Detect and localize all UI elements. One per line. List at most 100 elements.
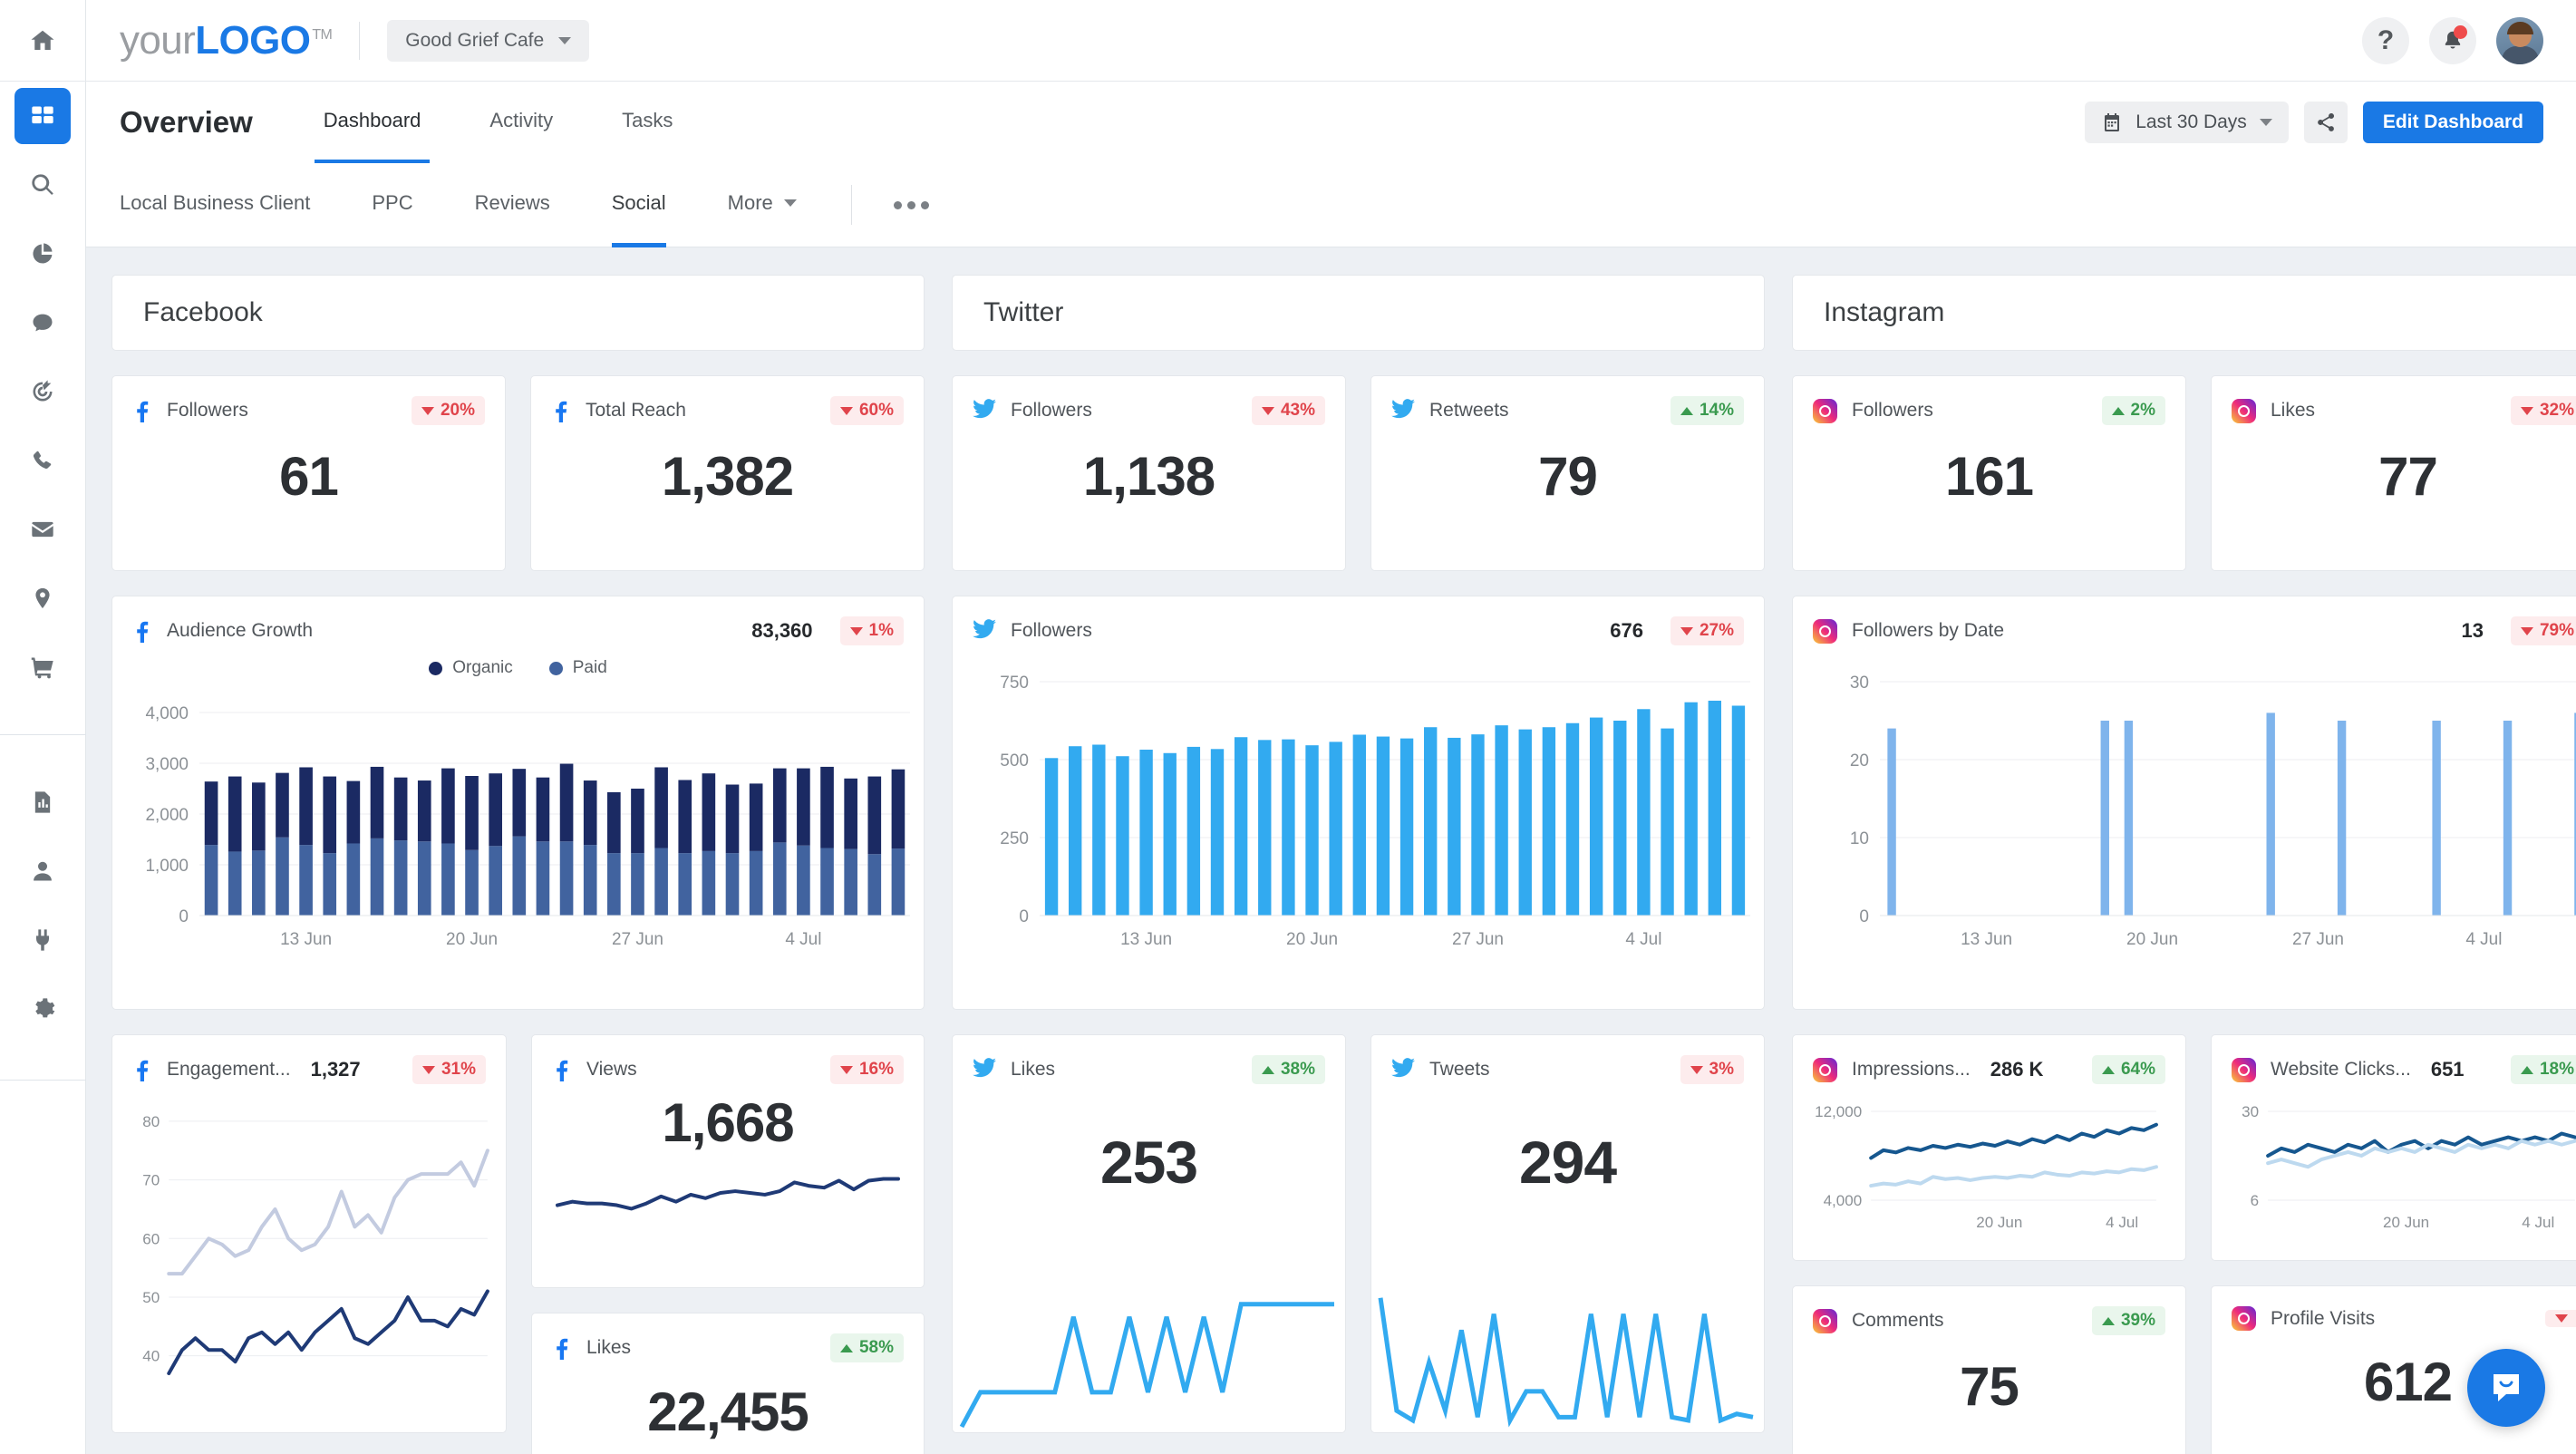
chart-facebook-engagement: 4050607080	[112, 1084, 506, 1410]
delta-value: 31%	[441, 1060, 476, 1080]
kpi-value: 75	[1793, 1355, 2185, 1418]
sidebar-item-email[interactable]	[15, 501, 71, 557]
svg-text:80: 80	[142, 1113, 160, 1130]
subnav-item-ppc[interactable]: PPC	[372, 163, 412, 247]
card-twitter-followers-chart[interactable]: Followers 676 27% 025050075013 Jun20 Jun…	[952, 596, 1765, 1010]
svg-text:30: 30	[2242, 1103, 2259, 1120]
instagram-icon	[2232, 1306, 2256, 1331]
sidebar-item-dashboard[interactable]	[15, 88, 71, 144]
card-title: Impressions...	[1852, 1059, 1971, 1081]
chat-widget-button[interactable]	[2467, 1349, 2545, 1427]
sidebar-item-home[interactable]	[0, 0, 86, 82]
sparkline-facebook-views	[532, 1154, 924, 1232]
section-header-instagram: Instagram	[1792, 275, 2576, 351]
card-instagram-comments[interactable]: Comments 39% 75	[1792, 1285, 2186, 1454]
card-total-value: 676	[1610, 619, 1643, 643]
kpi-value: 22,455	[532, 1381, 924, 1443]
card-twitter-likes[interactable]: Likes 38% 253	[952, 1034, 1346, 1433]
card-twitter-retweets[interactable]: Retweets 14% 79	[1370, 375, 1765, 571]
svg-text:27 Jun: 27 Jun	[1452, 930, 1504, 949]
notifications-button[interactable]	[2429, 17, 2476, 64]
kpi-value: 1,138	[953, 445, 1345, 508]
sidebar-item-calls[interactable]	[15, 432, 71, 489]
app-logo[interactable]: yourLOGOTM	[120, 18, 332, 63]
subnav-item-reviews[interactable]: Reviews	[475, 163, 550, 247]
card-twitter-followers[interactable]: Followers 43% 1,138	[952, 375, 1346, 571]
delta-value: 58%	[859, 1338, 894, 1358]
card-facebook-engagement[interactable]: Engagement... 1,327 31% 4050607080	[111, 1034, 507, 1433]
sidebar-item-settings[interactable]	[15, 981, 71, 1037]
card-instagram-followers-by-date[interactable]: Followers by Date 13 79% 010203013 Jun20…	[1792, 596, 2576, 1010]
help-button[interactable]: ?	[2362, 17, 2409, 64]
instagram-icon	[2232, 399, 2256, 423]
sidebar-item-search[interactable]	[15, 157, 71, 213]
card-instagram-followers[interactable]: Followers 2% 161	[1792, 375, 2186, 571]
chart-instagram-followers-by-date: 010203013 Jun20 Jun27 Jun4 Jul	[1793, 645, 2576, 970]
svg-text:4 Jul: 4 Jul	[1625, 930, 1661, 949]
card-facebook-followers[interactable]: Followers 20% 61	[111, 375, 506, 571]
notification-badge-dot	[2454, 25, 2467, 39]
sidebar-item-store[interactable]	[15, 639, 71, 695]
instagram-icon	[2232, 1058, 2256, 1082]
svg-text:50: 50	[142, 1289, 160, 1306]
card-twitter-tweets[interactable]: Tweets 3% 294	[1370, 1034, 1765, 1433]
card-instagram-website-clicks[interactable]: Website Clicks... 651 18% 63020 Jun4 Jul	[2211, 1034, 2576, 1261]
card-facebook-audience-growth[interactable]: Audience Growth 83,360 1% Organic Paid 0…	[111, 596, 925, 1010]
sidebar-item-campaigns[interactable]	[15, 364, 71, 420]
card-facebook-views[interactable]: Views 16% 1,668	[531, 1034, 925, 1288]
sidebar-item-integrations[interactable]	[15, 912, 71, 968]
facebook-icon	[132, 619, 152, 643]
sidebar-item-account[interactable]	[15, 843, 71, 899]
card-title: Website Clicks...	[2271, 1059, 2411, 1081]
status-badge: 79%	[2511, 616, 2576, 645]
svg-text:4,000: 4,000	[1824, 1192, 1863, 1209]
calendar-icon	[2101, 111, 2123, 133]
status-badge: 18%	[2511, 1055, 2576, 1084]
sidebar-item-reports[interactable]	[15, 226, 71, 282]
card-instagram-impressions[interactable]: Impressions... 286 K 64% 4,00012,00020 J…	[1792, 1034, 2186, 1261]
tab-tasks[interactable]: Tasks	[613, 82, 682, 163]
subnav-item-more[interactable]: More	[728, 163, 797, 247]
rail-divider	[0, 1080, 86, 1081]
card-facebook-total-reach[interactable]: Total Reach 60% 1,382	[530, 375, 925, 571]
card-title: Followers by Date	[1852, 620, 2004, 642]
location-pin-icon	[30, 586, 55, 611]
instagram-icon	[1813, 619, 1837, 644]
status-badge: 16%	[830, 1055, 904, 1084]
page-header-actions: Last 30 Days Edit Dashboard	[2085, 102, 2543, 143]
card-title: Followers	[167, 400, 248, 422]
sidebar-item-messages[interactable]	[15, 295, 71, 351]
delta-value: 32%	[2540, 401, 2574, 421]
card-facebook-likes[interactable]: Likes 58% 22,455	[531, 1313, 925, 1454]
client-selector[interactable]: Good Grief Cafe	[387, 20, 589, 62]
subnav-item-local-business-client[interactable]: Local Business Client	[120, 163, 310, 247]
card-title: Followers	[1011, 400, 1092, 422]
subnav-item-social[interactable]: Social	[612, 163, 666, 247]
svg-text:500: 500	[1000, 751, 1029, 771]
svg-text:4,000: 4,000	[145, 704, 189, 723]
card-title: Engagement...	[167, 1059, 291, 1081]
more-options-icon[interactable]	[876, 201, 947, 209]
tab-activity[interactable]: Activity	[480, 82, 562, 163]
sidebar-item-documents[interactable]	[15, 774, 71, 830]
logo-bold: LOGO	[195, 18, 310, 63]
avatar[interactable]	[2496, 17, 2543, 64]
envelope-icon	[30, 517, 55, 542]
tab-dashboard[interactable]: Dashboard	[315, 82, 431, 163]
twitter-icon	[1391, 399, 1415, 423]
home-icon	[29, 27, 56, 54]
edit-dashboard-button[interactable]: Edit Dashboard	[2363, 102, 2543, 143]
svg-text:4 Jul: 4 Jul	[2106, 1214, 2138, 1231]
delta-value: 20%	[441, 401, 475, 421]
status-badge: 20%	[412, 396, 485, 425]
share-button[interactable]	[2304, 102, 2348, 143]
sparkline-twitter-tweets	[1371, 1267, 1764, 1432]
card-total-value: 286 K	[1990, 1058, 2044, 1081]
date-range-selector[interactable]: Last 30 Days	[2085, 102, 2289, 143]
svg-text:4 Jul: 4 Jul	[2465, 930, 2502, 949]
card-title: Profile Visits	[2271, 1308, 2375, 1330]
card-instagram-likes[interactable]: Likes 32% 77	[2211, 375, 2576, 571]
chart-facebook-audience-growth: Organic Paid 01,0002,0003,0004,00013 Jun…	[112, 645, 924, 970]
status-badge: 14%	[1671, 396, 1744, 425]
sidebar-item-locations[interactable]	[15, 570, 71, 626]
